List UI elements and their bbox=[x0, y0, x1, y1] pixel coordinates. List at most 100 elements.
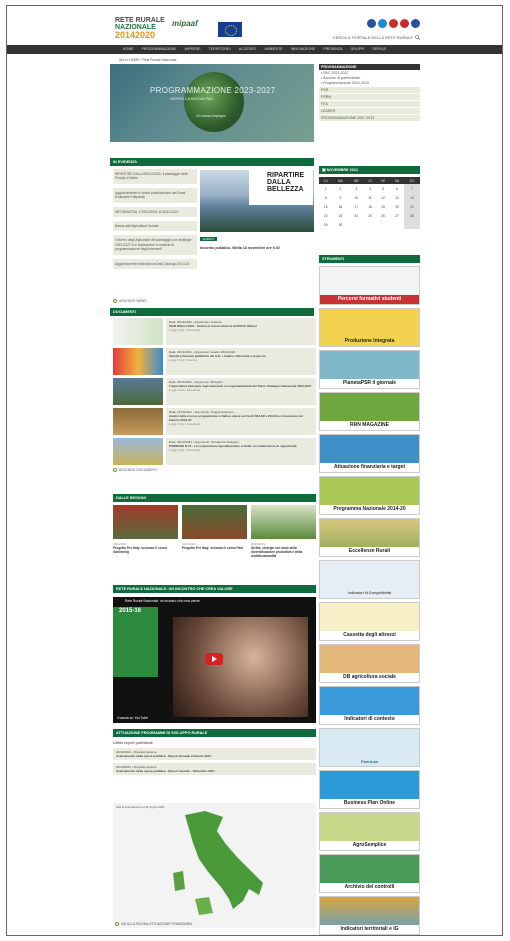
weekday: SA bbox=[390, 177, 405, 184]
hero-banner[interactable]: PROGRAMMAZIONE 2023-2027 VERSO LA NUOVA … bbox=[110, 64, 314, 142]
youtube-icon[interactable] bbox=[389, 19, 398, 28]
strumento-banner[interactable]: Archivio dei controlli bbox=[319, 854, 420, 893]
video-green-panel bbox=[113, 607, 158, 677]
day-cell[interactable]: 3 bbox=[348, 184, 364, 193]
search-icon[interactable] bbox=[415, 35, 420, 40]
nav-item[interactable]: IMPRESE bbox=[184, 45, 200, 54]
strumento-banner[interactable]: Indicatori di Competitività bbox=[319, 560, 420, 599]
nav-item[interactable]: AMBIENTE bbox=[264, 45, 282, 54]
document-item[interactable]: Data: 27/10/2021 - Argomento: Programmaz… bbox=[113, 408, 316, 435]
report-item[interactable]: 22/10/2021 - Programmazione Avanzamento d… bbox=[113, 748, 316, 760]
day-cell[interactable]: 30 bbox=[333, 220, 349, 229]
prog-group[interactable]: PSRN bbox=[319, 93, 420, 100]
day-cell[interactable]: 19 bbox=[376, 202, 390, 211]
document-item[interactable]: Data: 02/11/2021 - Argomento: Biologico L… bbox=[113, 378, 316, 405]
strumento-banner[interactable]: DB agricoltura sociale bbox=[319, 644, 420, 683]
ripartire-card: RIPARTIRE DALLA BELLEZZA bbox=[249, 170, 313, 205]
day-cell[interactable]: 6 bbox=[390, 184, 404, 193]
strumento-banner[interactable]: Business Plan Online bbox=[319, 770, 420, 809]
archivio-documenti-link[interactable]: ARCHIVIO DOCUMENTI bbox=[113, 468, 316, 472]
day-cell[interactable]: 7 bbox=[404, 184, 420, 193]
day-cell[interactable]: 24 bbox=[348, 211, 364, 220]
day-cell[interactable]: 27 bbox=[390, 211, 404, 220]
video-player[interactable]: 2015-16 Rete Rurale Nazionale, un incont… bbox=[113, 597, 316, 723]
mipaaf-logo[interactable]: mipaaf bbox=[172, 19, 198, 28]
prog-link[interactable]: • Programmazione 2014-2020 bbox=[319, 80, 420, 85]
prog-group[interactable]: FEA bbox=[319, 100, 420, 107]
regione-item[interactable]: 04/11/2021 Progetto Per Italy: secondo il… bbox=[113, 505, 178, 554]
nav-item[interactable]: HOME bbox=[123, 45, 134, 54]
day-cell[interactable]: 28 bbox=[404, 211, 420, 220]
strumento-banner[interactable]: Programma Nazionale 2014-20 bbox=[319, 476, 420, 515]
strumento-banner[interactable]: Produzione Integrata bbox=[319, 308, 420, 347]
featured-caption[interactable]: Incontro pubblico, Biella 18 novembre or… bbox=[200, 246, 280, 250]
nav-item[interactable]: PRESENZA bbox=[323, 45, 342, 54]
nav-item[interactable]: PROGRAMMAZIONE bbox=[142, 45, 177, 54]
report-item[interactable]: 15/10/2021 - Programmazione Avanzamento d… bbox=[113, 763, 316, 775]
nav-item[interactable]: TERRITORIO bbox=[209, 45, 231, 54]
nav-item[interactable]: SERVIZI bbox=[372, 45, 386, 54]
day-cell[interactable]: 26 bbox=[376, 211, 390, 220]
facebook-icon[interactable] bbox=[367, 19, 376, 28]
day-cell[interactable]: 1 bbox=[319, 184, 333, 193]
search-box[interactable]: CERCA IL PORTALE DELLA RETE RURALE bbox=[333, 35, 420, 40]
day-cell[interactable]: 22 bbox=[319, 211, 333, 220]
day-cell[interactable]: 5 bbox=[376, 184, 390, 193]
day-cell[interactable]: 17 bbox=[348, 202, 364, 211]
news-item[interactable]: Banca dati Agricoltura Sociale bbox=[113, 221, 197, 232]
news-item[interactable]: Il ritorno degli Agricoltori del paesagg… bbox=[113, 235, 197, 255]
nav-item[interactable]: INNOVAZIONE bbox=[291, 45, 316, 54]
strumento-banner[interactable]: Indicatori di contesto bbox=[319, 686, 420, 725]
rrn-logo[interactable]: RETE RURALE NAZIONALE 20142020 bbox=[115, 17, 165, 40]
day-cell[interactable]: 14 bbox=[404, 193, 420, 202]
strumento-banner[interactable]: AgroSemplice bbox=[319, 812, 420, 851]
news-item[interactable]: INFORMATIVA: il 29/10/2021 al 30/11/2021 bbox=[113, 206, 197, 218]
attuazione-link[interactable]: VAI ALLA PAGINA ATTUAZIONE FINANZIARIA bbox=[115, 922, 192, 926]
play-icon[interactable] bbox=[205, 653, 223, 665]
day-cell[interactable]: 18 bbox=[364, 202, 376, 211]
twitter-icon[interactable] bbox=[378, 19, 387, 28]
news-item[interactable]: Aggiornamento e nuova pubblicazione del … bbox=[113, 187, 197, 203]
regione-item[interactable]: 22/10/2021 Sicilia, sinergie sul ruolo de… bbox=[251, 505, 316, 558]
regione-item[interactable]: 03/11/2021 Progetto Per Italy: secondo il… bbox=[182, 505, 247, 550]
document-item[interactable]: Data: 04/11/2021 - Argomento: Leader 201… bbox=[113, 348, 316, 375]
video-header: RETE RURALE NAZIONALE: UN INCONTRO CHE C… bbox=[113, 585, 316, 593]
news-item[interactable]: RIPARTIRE DALLA BELLEZZA: il paesaggio d… bbox=[113, 169, 197, 184]
day-cell[interactable]: 9 bbox=[333, 193, 349, 202]
prog-group[interactable]: PSR bbox=[319, 86, 420, 93]
archivio-news-link[interactable]: ARCHIVIO NEWS bbox=[113, 299, 147, 303]
document-item[interactable]: Data: 05/11/2021 - Argomento: Impresa SIA… bbox=[113, 318, 316, 345]
strumento-banner[interactable]: RRN MAGAZINE bbox=[319, 392, 420, 431]
strumento-banner[interactable]: Eccellenze Rurali bbox=[319, 518, 420, 557]
day-cell[interactable]: 21 bbox=[404, 202, 420, 211]
day-cell[interactable]: 16 bbox=[333, 202, 349, 211]
strumento-banner[interactable]: Attuazione finanziaria e target bbox=[319, 434, 420, 473]
prog-group[interactable]: LEADER bbox=[319, 107, 420, 114]
italy-map[interactable]: Dati di avanzamento al 30 giugno 2021 VA… bbox=[113, 803, 316, 928]
document-item[interactable]: Data: 25/10/2021 - Argomento: Ortoagrumi… bbox=[113, 438, 316, 465]
day-cell[interactable]: 23 bbox=[333, 211, 349, 220]
day-cell[interactable]: 8 bbox=[319, 193, 333, 202]
featured-news-image[interactable]: RIPARTIRE DALLA BELLEZZA bbox=[200, 170, 314, 232]
day-cell[interactable]: 2 bbox=[333, 184, 349, 193]
day-cell[interactable]: 12 bbox=[376, 193, 390, 202]
nav-item[interactable]: ACCESSO bbox=[239, 45, 257, 54]
nav-item[interactable]: GRUPPI bbox=[351, 45, 365, 54]
day-cell[interactable]: 10 bbox=[348, 193, 364, 202]
flickr-icon[interactable] bbox=[400, 19, 409, 28]
strumento-banner[interactable]: PianetaPSR il giornale bbox=[319, 350, 420, 389]
day-cell[interactable]: 25 bbox=[364, 211, 376, 220]
strumento-banner[interactable]: Cassetta degli attrezzi bbox=[319, 602, 420, 641]
linkedin-icon[interactable] bbox=[411, 19, 420, 28]
day-cell[interactable]: 29 bbox=[319, 220, 333, 229]
prog-group[interactable]: PROGRAMMAZIONE 2007-2013 bbox=[319, 114, 420, 121]
day-cell[interactable]: 20 bbox=[390, 202, 404, 211]
news-item[interactable]: Aggiornamento della Banca Dati Catalogo … bbox=[113, 258, 197, 270]
day-cell[interactable]: 11 bbox=[364, 193, 376, 202]
strumento-banner[interactable]: Indicatori territoriali e IG bbox=[319, 896, 420, 935]
day-cell[interactable]: 4 bbox=[364, 184, 376, 193]
day-cell[interactable]: 15 bbox=[319, 202, 333, 211]
strumento-banner[interactable]: FarmLab bbox=[319, 728, 420, 767]
strumento-banner[interactable]: Percorsi formativi studenti bbox=[319, 266, 420, 305]
day-cell[interactable]: 13 bbox=[390, 193, 404, 202]
